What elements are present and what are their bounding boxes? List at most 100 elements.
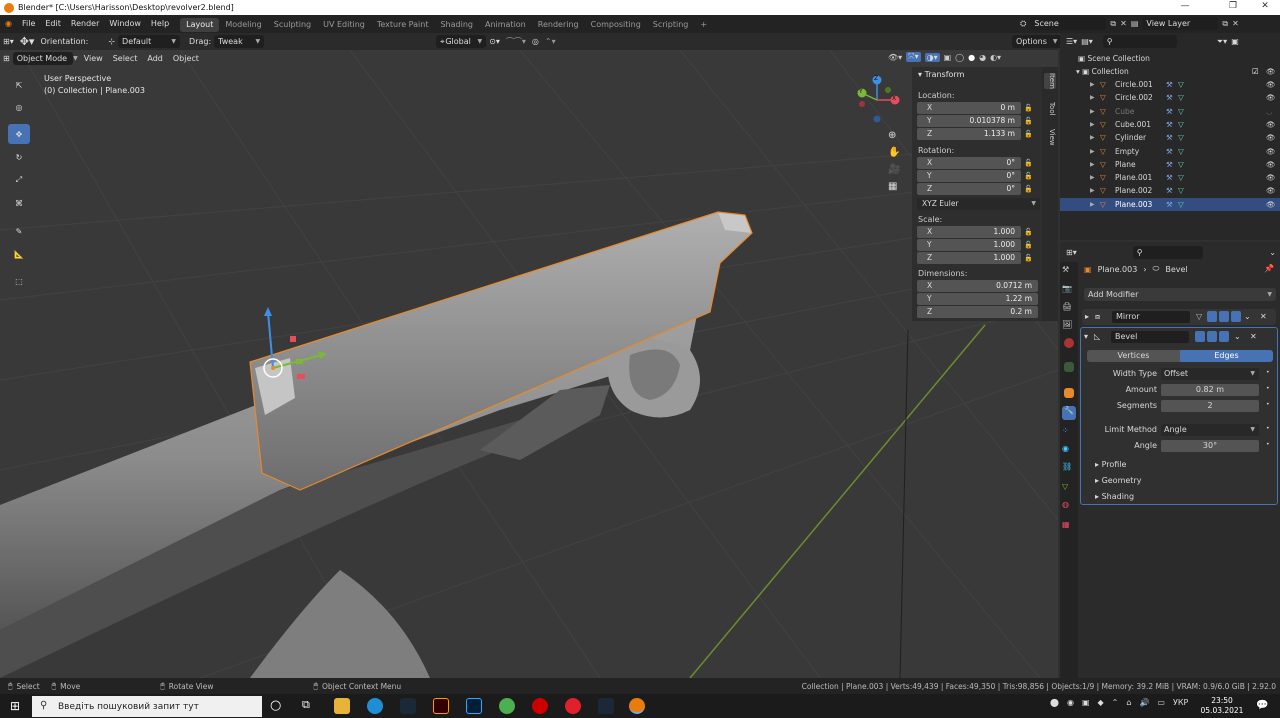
dimensions-y-field[interactable]: Y 1.22 m [917, 293, 1038, 305]
editor-type-icon[interactable]: ⊞▾ [0, 37, 17, 46]
navigation-gizmo[interactable]: Z X Y [852, 72, 900, 128]
drag-dropdown[interactable]: Tweak ▼ [214, 35, 265, 48]
modifier-tab-icon[interactable]: 🔧 [1062, 406, 1076, 420]
editor-type-icon[interactable]: ⊞ [0, 54, 13, 63]
view-layer-icon[interactable]: ▤ [1131, 19, 1139, 28]
subpanel-geometry[interactable]: ▸ Geometry [1095, 476, 1141, 485]
transform-tool-icon[interactable]: ⌘ [8, 193, 30, 213]
outliner-search-input[interactable]: ⚲ [1102, 35, 1177, 48]
delete-view-layer-icon[interactable]: ✕ [1232, 19, 1239, 28]
viewport-toggle-icon[interactable] [1207, 331, 1217, 342]
particles-tab-icon[interactable]: ⁘ [1062, 426, 1076, 440]
input-language[interactable]: УКР [1173, 698, 1188, 707]
wireframe-shading-icon[interactable]: ◯ [955, 53, 964, 62]
move-tool-icon[interactable]: ✥ [8, 124, 30, 144]
eye-icon[interactable]: ◡ [1266, 105, 1273, 118]
render-tab-icon[interactable]: 📷 [1062, 284, 1076, 298]
eye-icon[interactable]: 👁 [1266, 145, 1276, 158]
amount-field[interactable]: 0.82 m [1161, 384, 1259, 396]
lock-icon[interactable]: 🔓 [1024, 130, 1033, 139]
cage-toggle-icon[interactable] [1195, 331, 1205, 342]
chevron-right-icon[interactable]: ▶ [1090, 145, 1095, 158]
subpanel-profile[interactable]: ▸ Profile [1095, 460, 1126, 469]
cortana-icon[interactable]: ○ [270, 698, 286, 714]
outliner-item[interactable]: ▶ ▽ Plane ⚒ ▽ 👁 [1060, 158, 1280, 171]
outliner-item[interactable]: ▶ ▽ Circle.001 ⚒ ▽ 👁 [1060, 78, 1280, 91]
zoom-icon[interactable]: ⊕ [888, 130, 900, 141]
eye-icon[interactable]: 👁 [1266, 91, 1276, 104]
rotation-mode-dropdown[interactable]: XYZ Euler ▼ [917, 198, 1040, 210]
chevron-down-icon[interactable]: ⌄ [1234, 332, 1241, 341]
mode-dropdown[interactable]: Object Mode ▼ [12, 52, 78, 65]
checkbox-icon[interactable]: ☑ [1252, 65, 1259, 78]
delete-scene-icon[interactable]: ✕ [1120, 19, 1127, 28]
transform-panel-header[interactable]: ▾ Transform [912, 67, 1042, 82]
edge-browser-icon[interactable] [367, 698, 383, 714]
measure-tool-icon[interactable]: 📐 [8, 244, 30, 264]
pivot-point-icon[interactable]: ⊙▾ [486, 37, 503, 46]
scale-y-field[interactable]: Y 1.000 [917, 239, 1021, 251]
battery-icon[interactable]: ▭ [1157, 698, 1165, 707]
workspace-tab-sculpting[interactable]: Sculpting [268, 18, 317, 32]
workspace-tab-compositing[interactable]: Compositing [585, 18, 647, 32]
outliner-item[interactable]: ▶ ▽ Cube ⚒ ▽ ◡ [1060, 105, 1280, 118]
transform-tool-icon[interactable]: ✥▾ [17, 35, 38, 48]
blender-menu-icon[interactable]: ◉ [0, 15, 17, 33]
keyframe-dot-icon[interactable]: • [1266, 401, 1270, 408]
menu-help[interactable]: Help [146, 15, 174, 33]
eye-icon[interactable]: 👁 [1266, 171, 1276, 184]
outliner-item[interactable]: ▶ ▽ Circle.002 ⚒ ▽ 👁 [1060, 91, 1280, 104]
eye-icon[interactable]: 👁 [1266, 158, 1276, 171]
tray-app-icon[interactable]: ⬤ [1050, 698, 1059, 707]
gizmo-toggle-icon[interactable]: ⤧▾ [906, 52, 921, 62]
cage-toggle-icon[interactable] [1207, 311, 1217, 322]
lock-icon[interactable]: 🔓 [1024, 185, 1033, 194]
output-tab-icon[interactable]: 🖨 [1062, 302, 1076, 316]
tab-vertices[interactable]: Vertices [1087, 350, 1180, 362]
material-shading-icon[interactable]: ◕ [979, 53, 986, 62]
tab-item[interactable]: Item [1044, 73, 1056, 89]
camera-view-icon[interactable]: 🎥 [888, 164, 900, 175]
chevron-right-icon[interactable]: ▶ [1090, 198, 1095, 211]
lock-icon[interactable]: 🔓 [1024, 117, 1033, 126]
tray-app-icon[interactable]: ▣ [1082, 698, 1090, 707]
mirror-name-field[interactable]: Mirror [1112, 311, 1190, 323]
solid-shading-icon[interactable]: ● [968, 53, 975, 62]
lock-icon[interactable]: 🔓 [1024, 228, 1033, 237]
chrome-icon[interactable] [499, 698, 515, 714]
orientation-dropdown[interactable]: Default ▼ [118, 35, 181, 48]
chevron-right-icon[interactable]: ▶ [1090, 171, 1095, 184]
taskbar-clock[interactable]: 23:50 05.03.2021 [1200, 696, 1244, 716]
file-explorer-icon[interactable] [334, 698, 350, 714]
lock-icon[interactable]: 🔓 [1024, 104, 1033, 113]
tab-view[interactable]: View [1044, 129, 1056, 146]
opera-icon[interactable] [565, 698, 581, 714]
eye-icon[interactable]: 👁 [1266, 198, 1276, 211]
red-app-icon[interactable] [532, 698, 548, 714]
eye-icon[interactable]: 👁 [1266, 131, 1276, 144]
workspace-tab-texture-paint[interactable]: Texture Paint [371, 18, 435, 32]
annotate-tool-icon[interactable]: ✎ [8, 221, 30, 241]
bevel-modifier-header[interactable]: ▾ ◺ Bevel ⌄ ✕ [1082, 329, 1276, 345]
workspace-tab-shading[interactable]: Shading [434, 18, 479, 32]
notifications-icon[interactable]: 💬 [1256, 700, 1268, 711]
steam-icon[interactable] [598, 698, 614, 714]
rotation-z-field[interactable]: Z 0° [917, 183, 1021, 195]
render-toggle-icon[interactable] [1219, 331, 1229, 342]
viewport-toggle-icon[interactable] [1219, 311, 1229, 322]
add-workspace-button[interactable]: + [694, 18, 713, 32]
dimensions-z-field[interactable]: Z 0.2 m [917, 306, 1038, 318]
workspace-tab-modeling[interactable]: Modeling [219, 18, 267, 32]
scene-icon[interactable]: ⛭ [1020, 19, 1026, 29]
rotation-x-field[interactable]: X 0° [917, 157, 1021, 169]
add-cube-tool-icon[interactable]: ⬚ [8, 271, 30, 291]
view-layer-tab-icon[interactable]: 🖼 [1062, 320, 1076, 334]
eye-icon[interactable]: 👁 [1266, 78, 1276, 91]
rotation-y-field[interactable]: Y 0° [917, 170, 1021, 182]
location-y-field[interactable]: Y 0.010378 m [917, 115, 1021, 127]
limit-method-dropdown[interactable]: Angle ▼ [1161, 424, 1259, 436]
select-tool-icon[interactable]: ⇱ [8, 75, 30, 95]
lock-icon[interactable]: 🔓 [1024, 172, 1033, 181]
close-button[interactable]: ✕ [1250, 0, 1280, 15]
grid-perspective-icon[interactable]: ▦ [888, 181, 900, 192]
